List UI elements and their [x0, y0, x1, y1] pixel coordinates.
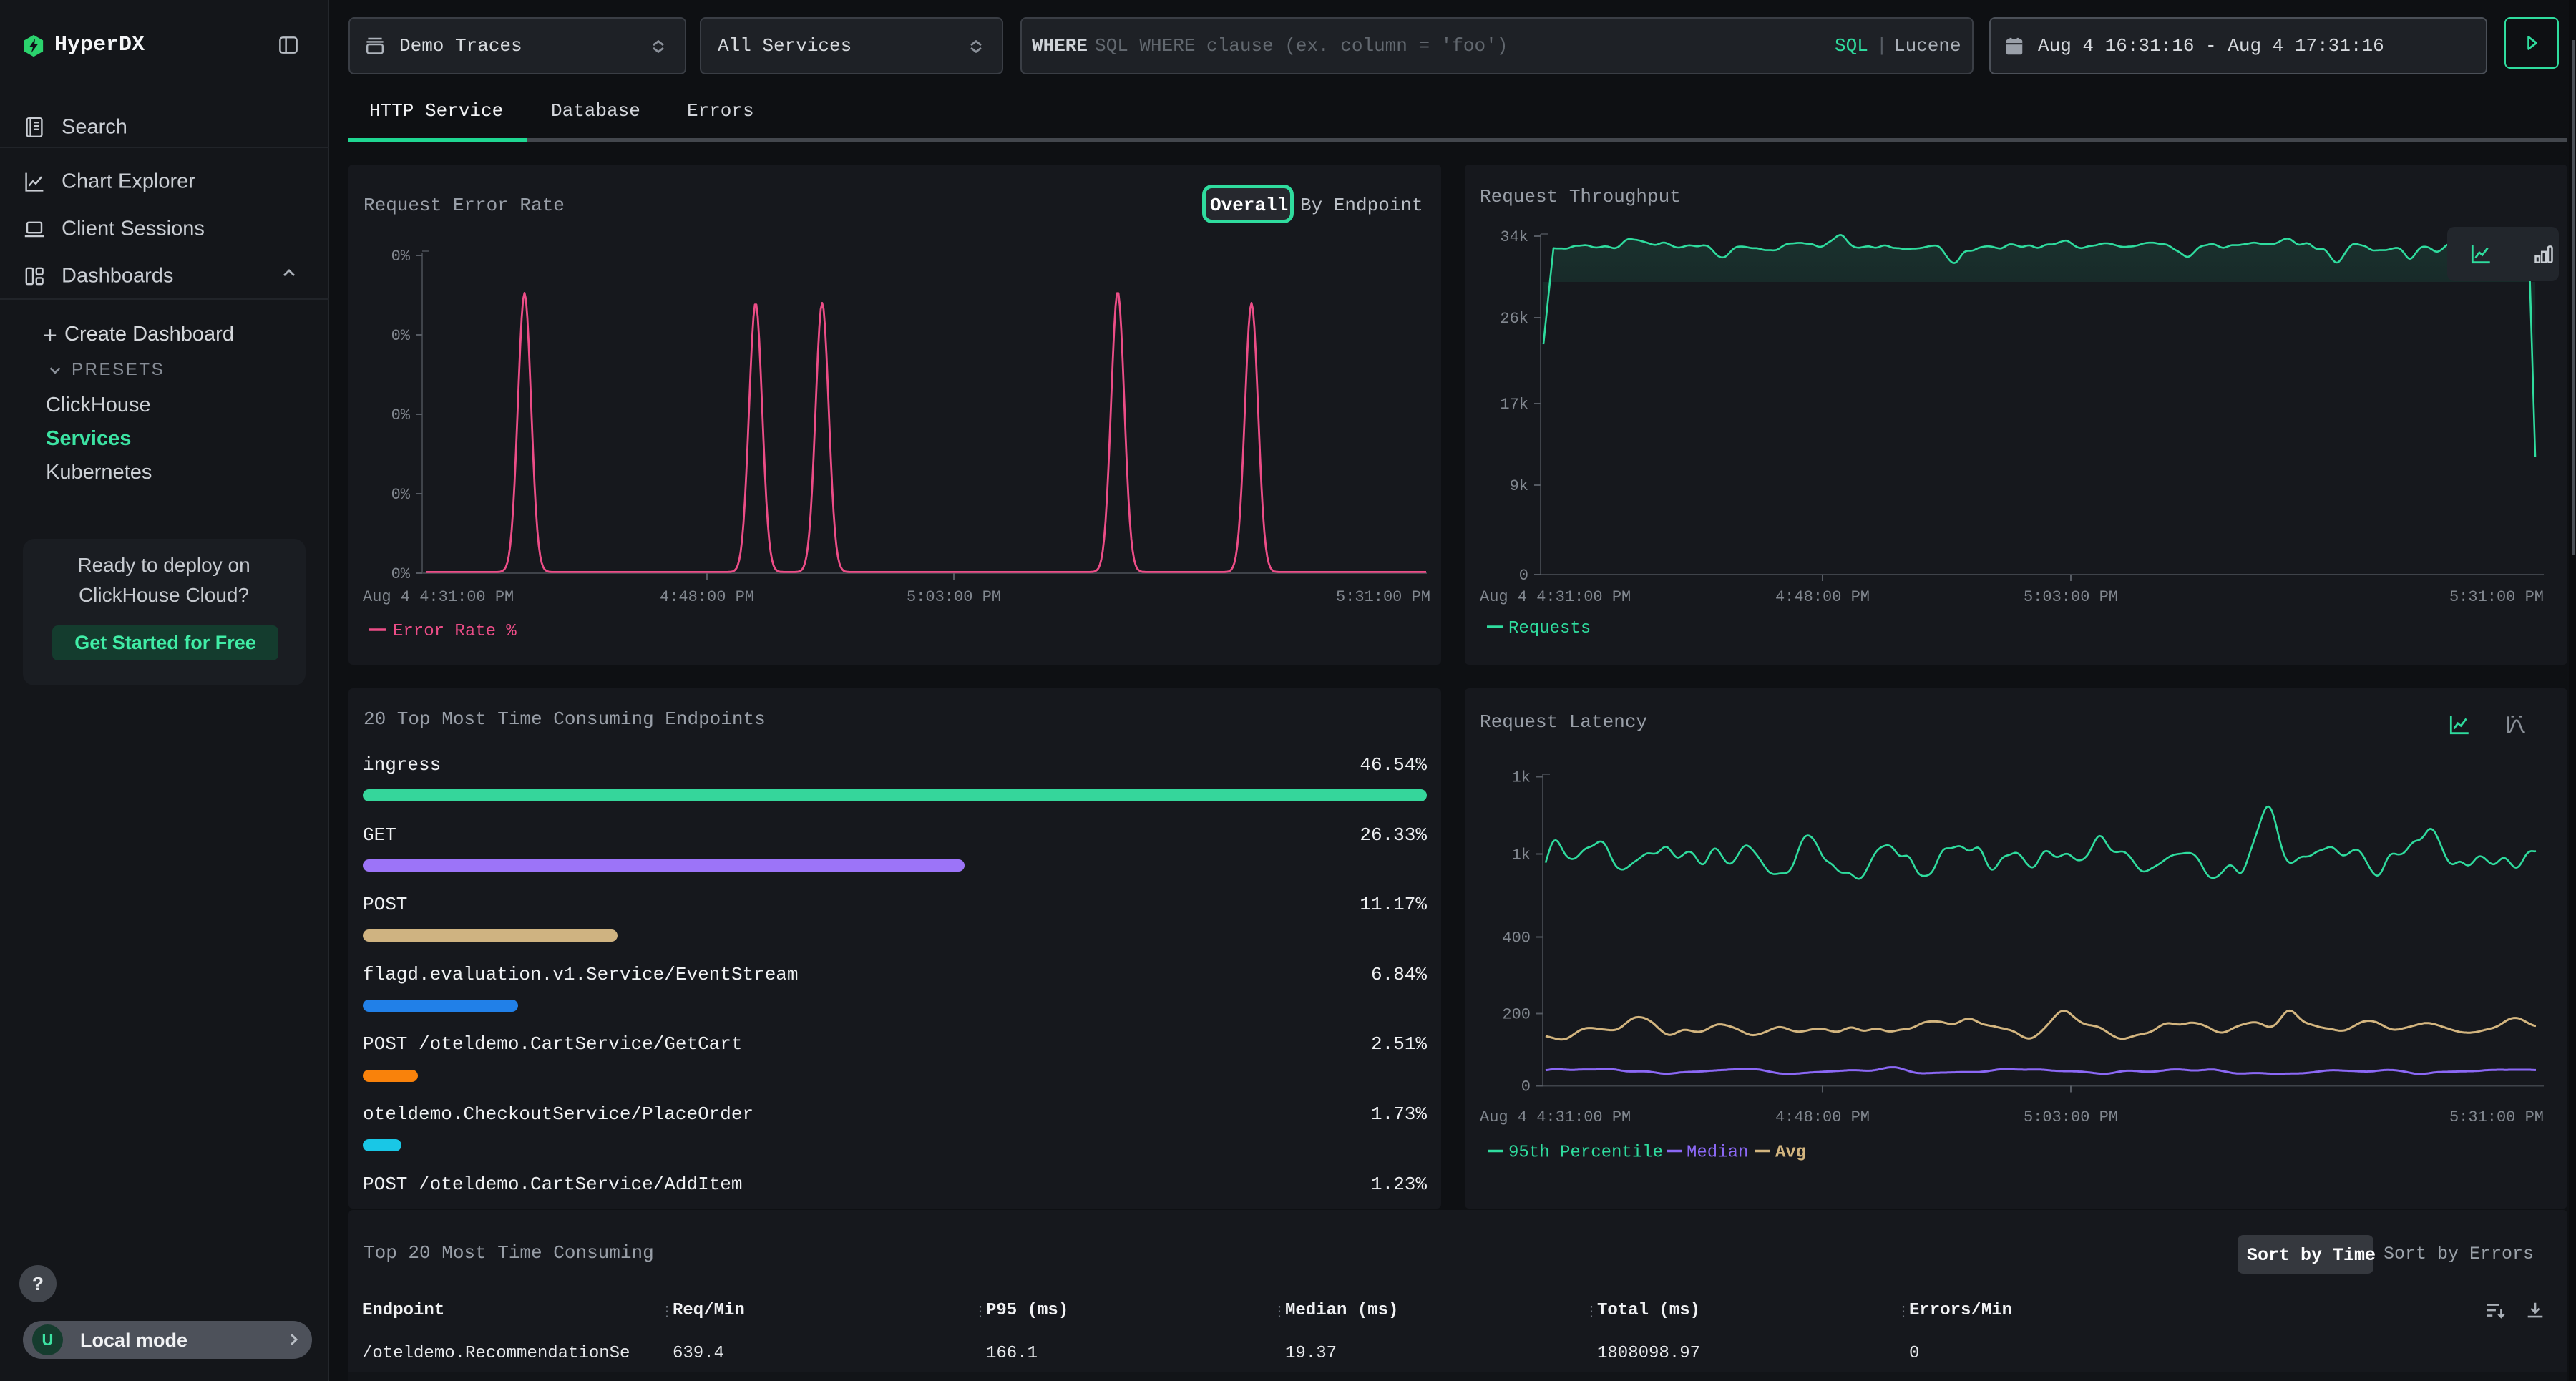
svg-text:9k: 9k — [1510, 477, 1528, 495]
svg-text:0: 0 — [1521, 1078, 1531, 1095]
svg-text:1k: 1k — [1512, 768, 1531, 786]
svg-text:17k: 17k — [1500, 396, 1528, 414]
svg-text:5:03:00 PM: 5:03:00 PM — [2024, 588, 2118, 606]
svg-text:5:03:00 PM: 5:03:00 PM — [2024, 1108, 2118, 1126]
svg-text:4:48:00 PM: 4:48:00 PM — [660, 588, 754, 606]
svg-text:0%: 0% — [391, 565, 411, 583]
svg-text:Median: Median — [1687, 1143, 1748, 1162]
svg-text:5:31:00 PM: 5:31:00 PM — [2449, 1108, 2544, 1126]
svg-text:26k: 26k — [1500, 310, 1528, 328]
svg-text:Error Rate %: Error Rate % — [393, 622, 517, 641]
svg-text:Aug 4 4:31:00 PM: Aug 4 4:31:00 PM — [363, 588, 514, 606]
svg-text:Avg: Avg — [1775, 1143, 1806, 1162]
svg-text:4:48:00 PM: 4:48:00 PM — [1775, 1108, 1870, 1126]
svg-text:200: 200 — [1502, 1005, 1531, 1023]
svg-text:Aug 4 4:31:00 PM: Aug 4 4:31:00 PM — [1480, 1108, 1631, 1126]
svg-text:0%: 0% — [391, 248, 411, 265]
svg-text:0%: 0% — [391, 406, 411, 424]
svg-text:5:31:00 PM: 5:31:00 PM — [1336, 588, 1430, 606]
svg-text:5:03:00 PM: 5:03:00 PM — [907, 588, 1001, 606]
svg-text:0%: 0% — [391, 486, 411, 504]
svg-text:Aug 4 4:31:00 PM: Aug 4 4:31:00 PM — [1480, 588, 1631, 606]
svg-text:5:31:00 PM: 5:31:00 PM — [2449, 588, 2544, 606]
svg-text:34k: 34k — [1500, 228, 1528, 246]
svg-text:1k: 1k — [1512, 846, 1531, 864]
svg-text:400: 400 — [1502, 929, 1531, 947]
svg-text:Requests: Requests — [1508, 619, 1591, 638]
svg-text:0%: 0% — [391, 327, 411, 345]
svg-text:95th Percentile: 95th Percentile — [1508, 1143, 1663, 1162]
svg-text:4:48:00 PM: 4:48:00 PM — [1775, 588, 1870, 606]
svg-text:0: 0 — [1519, 567, 1528, 585]
